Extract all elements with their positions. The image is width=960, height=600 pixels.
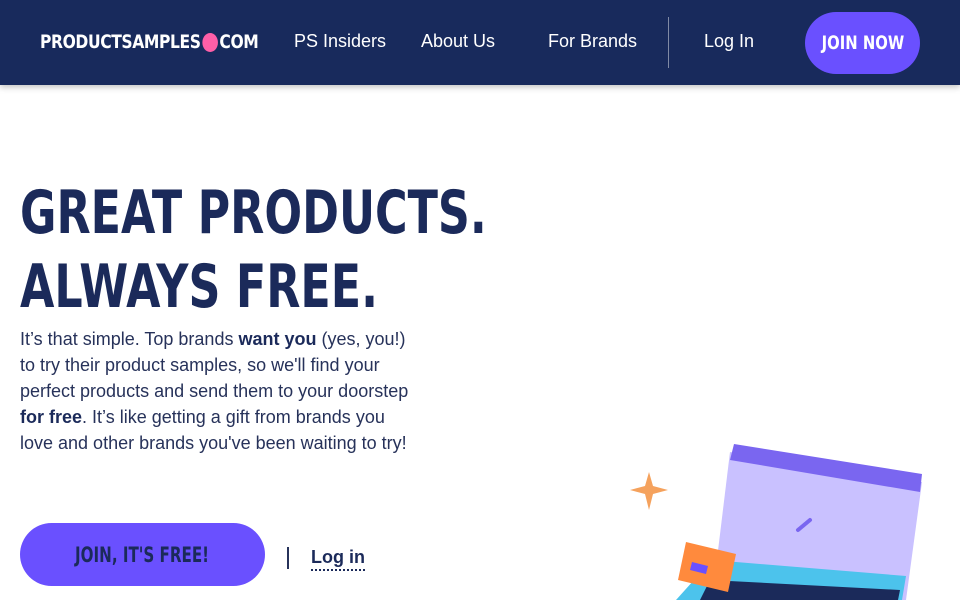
hero-description: It’s that simple. Top brands want you (y… [20, 326, 420, 456]
hero-text-part-1: It’s that simple. Top brands [20, 329, 239, 349]
logo-dot-icon [202, 32, 218, 52]
nav-divider [668, 17, 669, 68]
top-navbar: PRODUCTSAMPLES COM PS Insiders About Us … [0, 0, 960, 85]
logo-text-right: COM [219, 31, 259, 53]
nav-link-for-brands[interactable]: For Brands [548, 31, 637, 52]
nav-link-log-in[interactable]: Log In [704, 31, 754, 52]
join-now-label: JOIN NOW [821, 32, 904, 54]
cta-separator [287, 547, 289, 569]
sample-box-illustration [630, 444, 922, 600]
join-free-label: JOIN, IT'S FREE! [75, 542, 210, 567]
hero-login-link[interactable]: Log in [311, 547, 365, 571]
hero-title: GREAT PRODUCTS. ALWAYS FREE. [20, 176, 487, 324]
hero-text-bold-for-free: for free [20, 407, 83, 427]
hero-title-line-2: ALWAYS FREE. [20, 252, 378, 322]
hero-text-bold-want-you: want you [238, 329, 317, 349]
join-free-button[interactable]: JOIN, IT'S FREE! [20, 523, 265, 586]
logo-text-left: PRODUCTSAMPLES [40, 31, 201, 53]
sparkle-icon [630, 472, 668, 510]
hero-title-line-1: GREAT PRODUCTS. [20, 178, 487, 248]
join-now-button[interactable]: JOIN NOW [805, 12, 920, 74]
nav-link-about-us[interactable]: About Us [421, 31, 495, 52]
nav-link-ps-insiders[interactable]: PS Insiders [294, 31, 386, 52]
site-logo[interactable]: PRODUCTSAMPLES COM [40, 28, 259, 56]
